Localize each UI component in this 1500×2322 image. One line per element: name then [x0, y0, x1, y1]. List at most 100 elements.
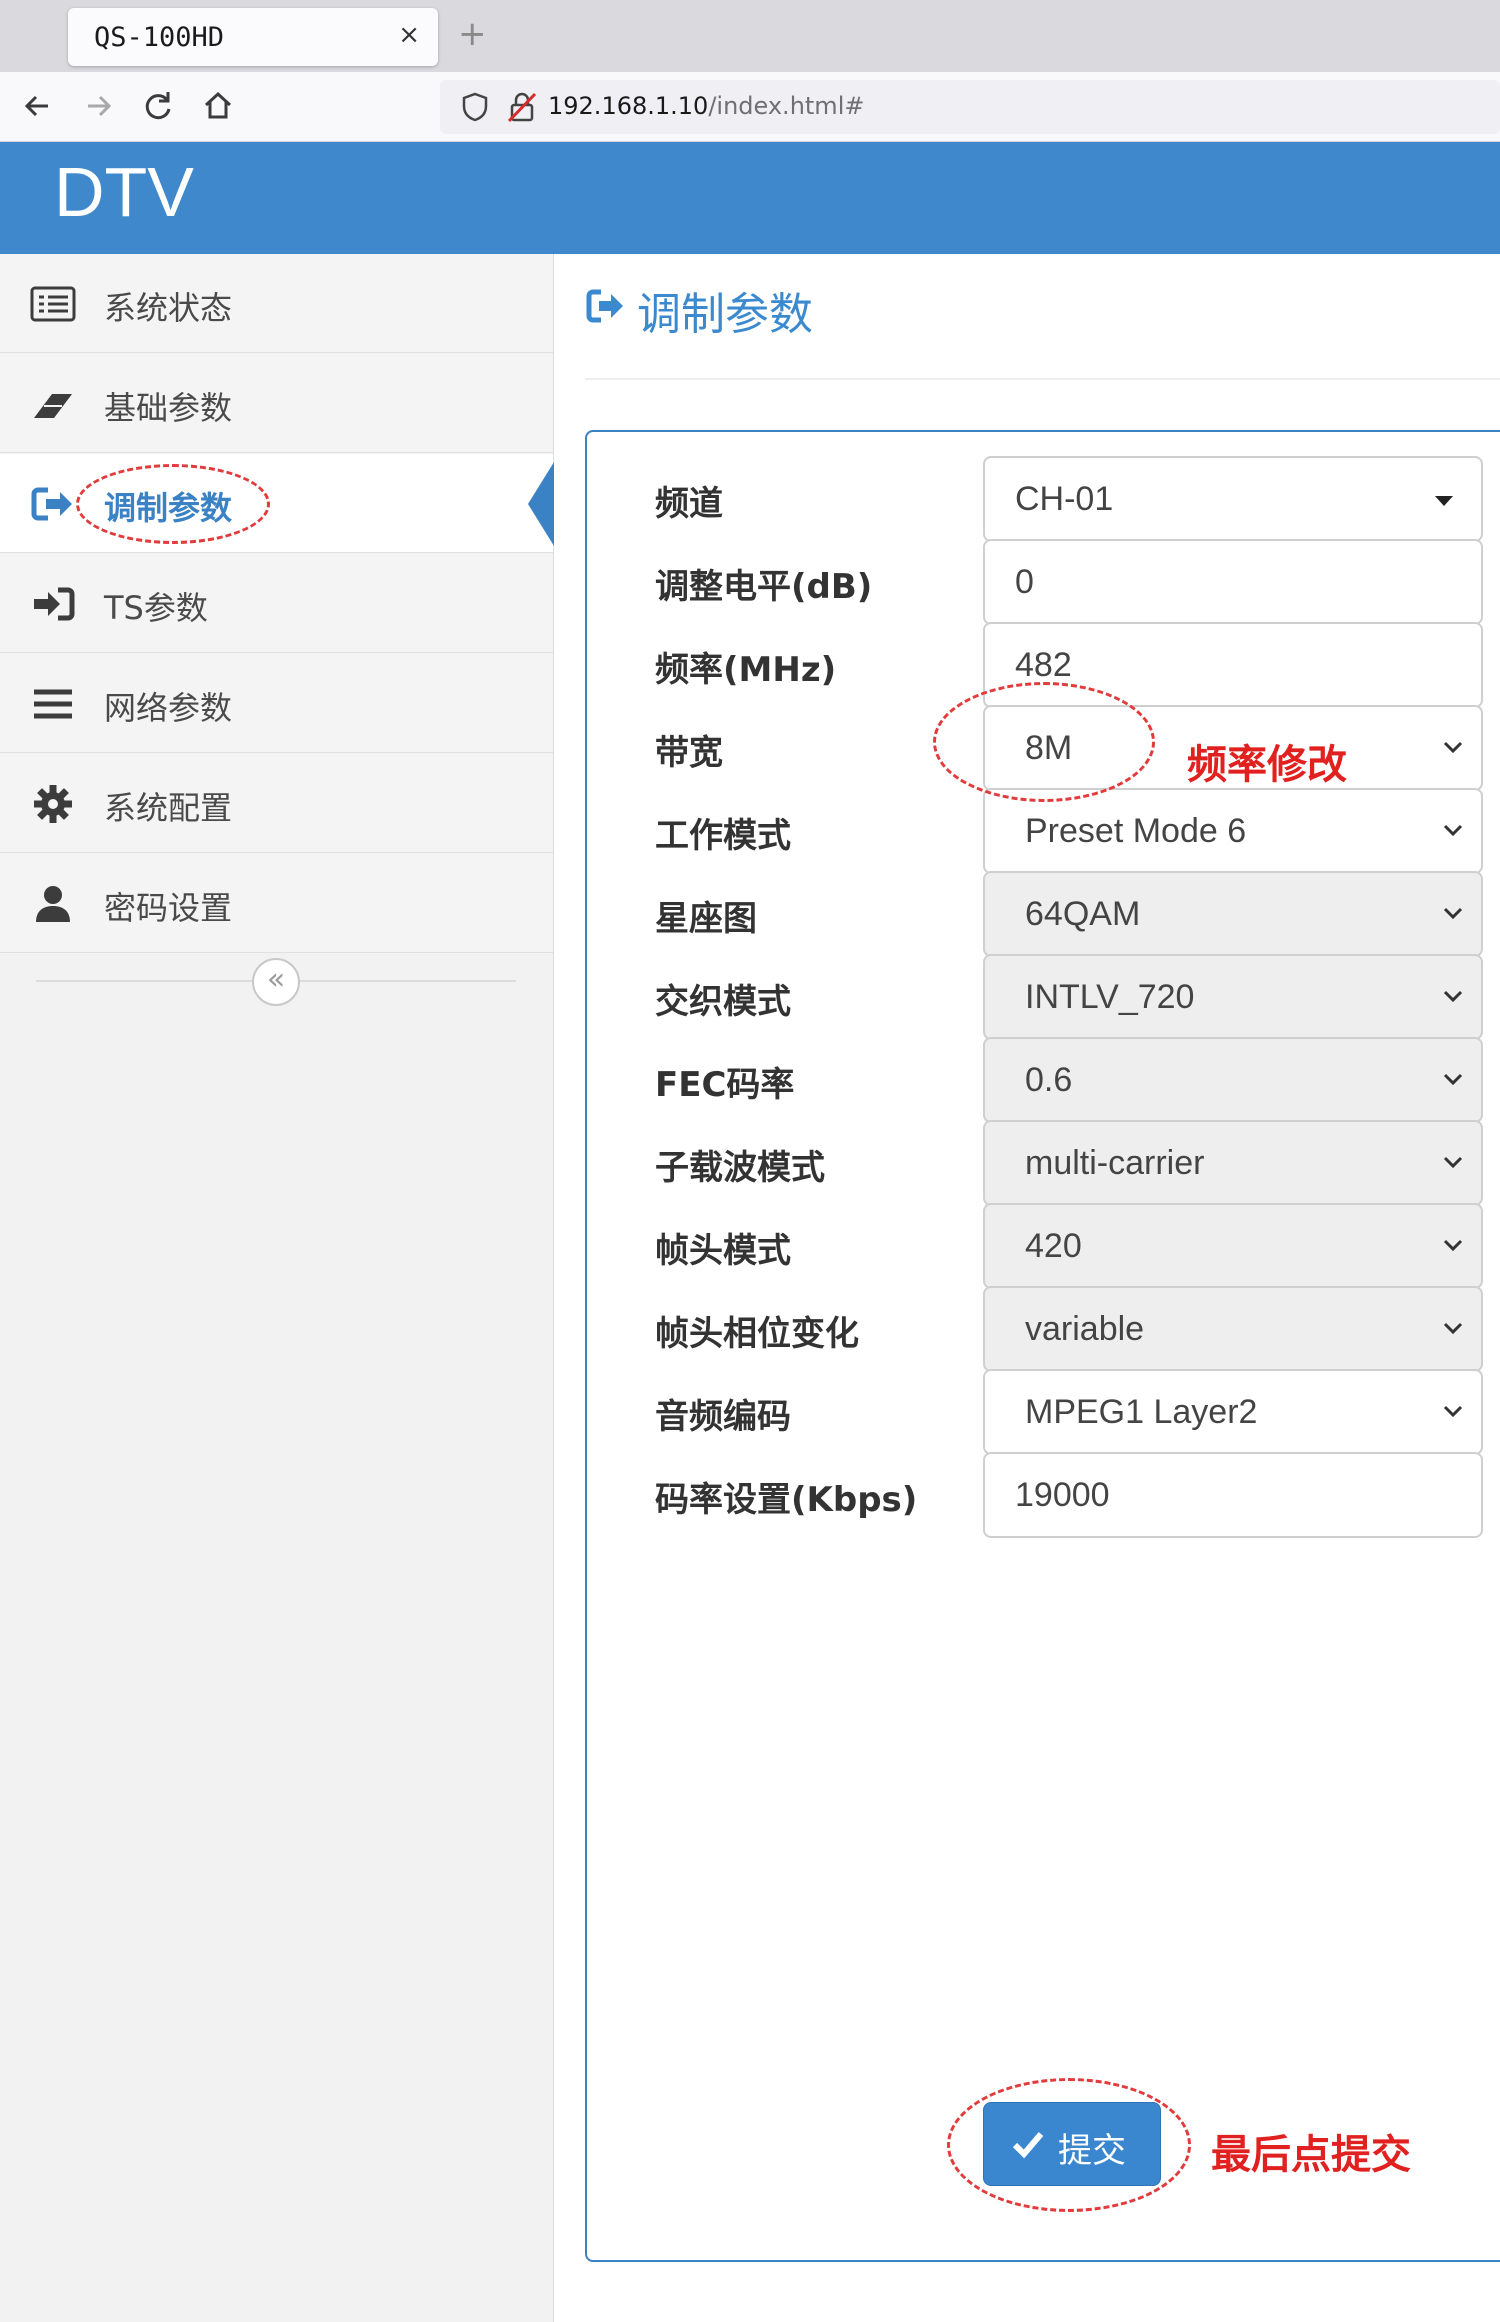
caret-down-icon	[1435, 496, 1453, 506]
select-field[interactable]: 64QAM	[983, 871, 1483, 957]
field-value: 420	[1025, 1227, 1082, 1265]
browser-tab[interactable]: QS-100HD ×	[68, 8, 438, 66]
sign-out-icon	[586, 289, 623, 323]
text-input[interactable]: 19000	[983, 1452, 1483, 1538]
sidebar-item-ts-params[interactable]: TS参数	[0, 554, 553, 653]
field-value: variable	[1025, 1310, 1145, 1348]
back-icon[interactable]	[18, 86, 58, 126]
chevron-down-icon	[1443, 1073, 1463, 1086]
user-icon	[36, 886, 70, 922]
field-value: MPEG1 Layer2	[1025, 1393, 1258, 1431]
sidebar-item-system-status[interactable]: 系统状态	[0, 254, 553, 353]
app-header: DTV	[0, 142, 1500, 254]
sidebar-item-basic-params[interactable]: 基础参数	[0, 354, 553, 453]
divider	[585, 378, 1500, 380]
browser-toolbar: 192.168.1.10/index.html#	[0, 72, 1500, 142]
submit-button[interactable]: 提交	[983, 2102, 1161, 2186]
form-row: FEC码率 0.6	[587, 1037, 1500, 1123]
field-label: 工作模式	[655, 816, 791, 856]
url-host: 192.168.1.10	[548, 92, 709, 120]
form-row: 帧头模式 420	[587, 1203, 1500, 1289]
field-value: 64QAM	[1025, 895, 1141, 933]
collapse-sidebar-button[interactable]: «	[252, 958, 300, 1006]
reload-icon[interactable]	[138, 86, 178, 126]
select-field[interactable]: multi-carrier	[983, 1120, 1483, 1206]
annotation-submit-note: 最后点提交	[1211, 2132, 1411, 2178]
field-label: 帧头模式	[655, 1231, 791, 1271]
form-row: 帧头相位变化 variable	[587, 1286, 1500, 1372]
annotation-circle-menu	[76, 464, 270, 544]
form-row: 子载波模式 multi-carrier	[587, 1120, 1500, 1206]
sidebar-item-label: 系统配置	[104, 789, 233, 827]
field-value: 0.6	[1025, 1061, 1073, 1099]
form-row: 码率设置(Kbps) 19000	[587, 1452, 1500, 1538]
select-field[interactable]: CH-01	[983, 456, 1483, 542]
sidebar-item-label: 网络参数	[104, 689, 233, 727]
select-field[interactable]: MPEG1 Layer2	[983, 1369, 1483, 1455]
url-text: 192.168.1.10/index.html#	[548, 92, 864, 120]
field-label: 帧头相位变化	[655, 1314, 859, 1354]
url-path: /index.html#	[708, 92, 865, 120]
text-input[interactable]: 0	[983, 539, 1483, 625]
chevron-down-icon	[1443, 1156, 1463, 1169]
field-value: INTLV_720	[1025, 978, 1195, 1016]
select-field[interactable]: 420	[983, 1203, 1483, 1289]
browser-tab-title: QS-100HD	[94, 22, 225, 53]
form-row: 调整电平(dB) 0	[587, 539, 1500, 625]
new-tab-icon[interactable]: +	[458, 14, 487, 54]
browser-tab-strip: QS-100HD × +	[0, 0, 1500, 72]
field-value: 0	[1015, 563, 1034, 601]
field-value: Preset Mode 6	[1025, 812, 1247, 850]
chevron-down-icon	[1443, 1239, 1463, 1252]
chevron-down-icon	[1443, 907, 1463, 920]
shield-icon[interactable]	[458, 90, 492, 124]
sidebar-item-label: TS参数	[104, 589, 208, 627]
insecure-lock-icon[interactable]	[506, 90, 538, 124]
field-label: 子载波模式	[655, 1148, 825, 1188]
annotation-frequency-note: 频率修改	[1187, 742, 1347, 788]
field-label: 频率(MHz)	[655, 650, 837, 690]
sidebar-item-network-params[interactable]: 网络参数	[0, 654, 553, 753]
eraser-icon	[34, 394, 72, 418]
annotation-circle-frequency	[933, 682, 1155, 802]
sign-out-icon	[31, 487, 72, 521]
bars-icon	[34, 689, 72, 719]
submit-label: 提交	[1058, 2132, 1126, 2170]
field-value: 482	[1015, 646, 1072, 684]
chevron-down-icon	[1443, 1405, 1463, 1418]
app-title: DTV	[54, 153, 194, 231]
select-field[interactable]: variable	[983, 1286, 1483, 1372]
forward-icon[interactable]	[78, 86, 118, 126]
field-value: multi-carrier	[1025, 1144, 1205, 1182]
field-value: CH-01	[1015, 480, 1114, 518]
address-bar[interactable]: 192.168.1.10/index.html#	[440, 80, 1500, 134]
active-indicator	[528, 462, 554, 546]
close-tab-icon[interactable]: ×	[398, 20, 420, 50]
main-content: 调制参数 频道 CH-01 调整电平(dB) 0 频率(MHz) 482 带宽 8M 工作模式 P…	[555, 254, 1500, 2322]
sign-in-icon	[34, 587, 75, 621]
field-label: 码率设置(Kbps)	[655, 1480, 918, 1520]
field-label: 星座图	[655, 899, 757, 939]
field-label: 调整电平(dB)	[655, 567, 873, 607]
field-value: 19000	[1015, 1476, 1110, 1514]
sidebar-item-label: 密码设置	[104, 889, 233, 927]
select-field[interactable]: INTLV_720	[983, 954, 1483, 1040]
sidebar-item-password[interactable]: 密码设置	[0, 854, 553, 953]
form-row: 交织模式 INTLV_720	[587, 954, 1500, 1040]
field-label: 带宽	[655, 733, 723, 773]
field-label: 频道	[655, 484, 723, 524]
form-row: 音频编码 MPEG1 Layer2	[587, 1369, 1500, 1455]
chevron-down-icon	[1443, 1322, 1463, 1335]
chevron-down-icon	[1443, 824, 1463, 837]
check-icon	[1012, 2132, 1044, 2159]
sidebar-item-label: 系统状态	[104, 289, 233, 327]
form-row: 星座图 64QAM	[587, 871, 1500, 957]
form-row: 频道 CH-01	[587, 456, 1500, 542]
select-field[interactable]: 0.6	[983, 1037, 1483, 1123]
sidebar-item-label: 基础参数	[104, 389, 233, 427]
modulation-form: 频道 CH-01 调整电平(dB) 0 频率(MHz) 482 带宽 8M 工作模式 Preset…	[585, 430, 1500, 2262]
list-icon	[30, 286, 76, 322]
home-icon[interactable]	[198, 86, 238, 126]
gear-icon	[34, 785, 72, 823]
sidebar-item-system-config[interactable]: 系统配置	[0, 754, 553, 853]
